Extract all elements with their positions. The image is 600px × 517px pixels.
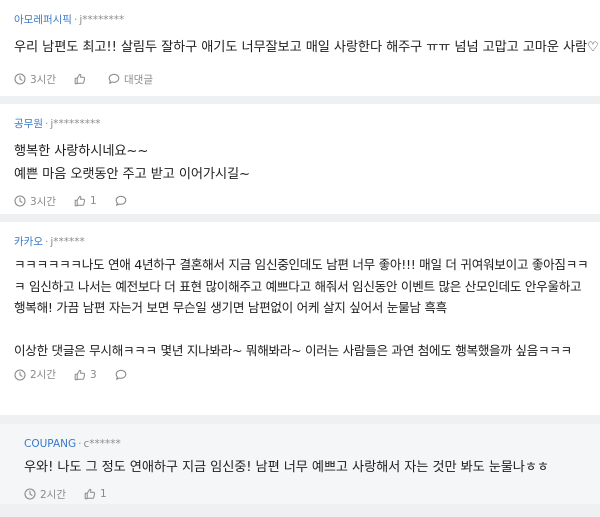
author-company[interactable]: COUPANG — [24, 438, 76, 450]
like-button[interactable]: 3 — [74, 369, 97, 381]
comment-text: ㅋㅋㅋㅋㅋㅋ나도 연애 4년하구 결혼해서 지금 임신중인데도 남편 너무 좋아… — [14, 257, 589, 358]
comment-bubble-icon — [115, 195, 127, 206]
thumbs-up-icon — [74, 195, 86, 207]
comment-text: 행복한 사랑하시네요~~ 예쁜 마음 오랫동안 주고 받고 이어가시길~ — [14, 144, 250, 182]
comment-actions: 2시간 1 — [24, 481, 600, 517]
reply-comment-card: COUPANG · c****** 우와! 나도 그 정도 연애하구 지금 임신중!… — [0, 424, 600, 504]
comment-card: 공무원 · j********* 행복한 사랑하시네요~~ 예쁜 마음 오랫동안 주… — [0, 104, 600, 214]
comment-time: 2시간 — [14, 367, 56, 382]
comment-time: 2시간 — [24, 487, 66, 502]
comment-card: 카카오 · j****** ㅋㅋㅋㅋㅋㅋ나도 연애 4년하구 결혼해서 지금 임신중… — [0, 222, 600, 415]
reply-label: 대댓글 — [124, 73, 153, 86]
time-label: 3시간 — [30, 195, 57, 208]
time-label: 2시간 — [30, 369, 57, 381]
comment-text: 우리 남편도 최고!! 살림두 잘하구 애기도 너무잘보고 매일 사랑한다 해주… — [14, 40, 599, 55]
separator-dot: · — [78, 438, 82, 450]
separator-dot: · — [44, 118, 49, 130]
author-company[interactable]: 카카오 — [14, 236, 43, 248]
like-count: 3 — [90, 368, 97, 381]
like-button[interactable] — [74, 73, 90, 85]
reply-button[interactable] — [115, 369, 131, 381]
clock-icon — [14, 195, 26, 207]
comment-actions: 2시간 3 — [14, 362, 600, 398]
comment-author-line: 카카오 · j****** — [14, 234, 600, 250]
author-id: c****** — [83, 438, 121, 450]
thumbs-up-icon — [74, 73, 86, 85]
separator-dot: · — [44, 236, 49, 248]
like-button[interactable]: 1 — [84, 488, 107, 500]
clock-icon — [24, 488, 36, 500]
comment-actions: 3시간 대댓글 — [14, 66, 600, 102]
thumbs-up-icon — [74, 369, 86, 380]
author-company[interactable]: 아모레퍼시픽 — [14, 14, 72, 26]
comment-feed: 아모레퍼시픽 · j******** 우리 남편도 최고!! 살림두 잘하구 애기도… — [0, 0, 600, 504]
author-id: j********* — [50, 118, 101, 130]
comment-time: 3시간 — [14, 72, 56, 87]
like-button[interactable]: 1 — [74, 195, 97, 207]
clock-icon — [14, 368, 26, 381]
comment-text: 우와! 나도 그 정도 연애하구 지금 임신중! 남편 너무 예쁘고 사랑해서 … — [24, 460, 549, 475]
reply-button[interactable]: 대댓글 — [108, 72, 153, 87]
separator-dot: · — [73, 14, 78, 26]
time-label: 3시간 — [30, 73, 57, 86]
author-id: j******** — [79, 14, 125, 26]
time-label: 2시간 — [40, 488, 67, 501]
comment-bubble-icon — [108, 73, 120, 84]
comment-actions: 3시간 1 — [14, 188, 600, 224]
comment-card: 아모레퍼시픽 · j******** 우리 남편도 최고!! 살림두 잘하구 애기도… — [0, 0, 600, 96]
author-id: j****** — [50, 236, 85, 248]
like-count: 1 — [90, 195, 97, 207]
author-company[interactable]: 공무원 — [14, 118, 43, 130]
reply-button[interactable] — [115, 195, 131, 207]
like-count: 1 — [100, 488, 107, 500]
comment-bubble-icon — [115, 369, 127, 380]
comment-author-line: 아모레퍼시픽 · j******** — [14, 12, 600, 28]
comment-time: 3시간 — [14, 194, 56, 209]
clock-icon — [14, 73, 26, 85]
comment-author-line: COUPANG · c****** — [24, 436, 600, 452]
comment-author-line: 공무원 · j********* — [14, 116, 600, 132]
thumbs-up-icon — [84, 488, 96, 500]
